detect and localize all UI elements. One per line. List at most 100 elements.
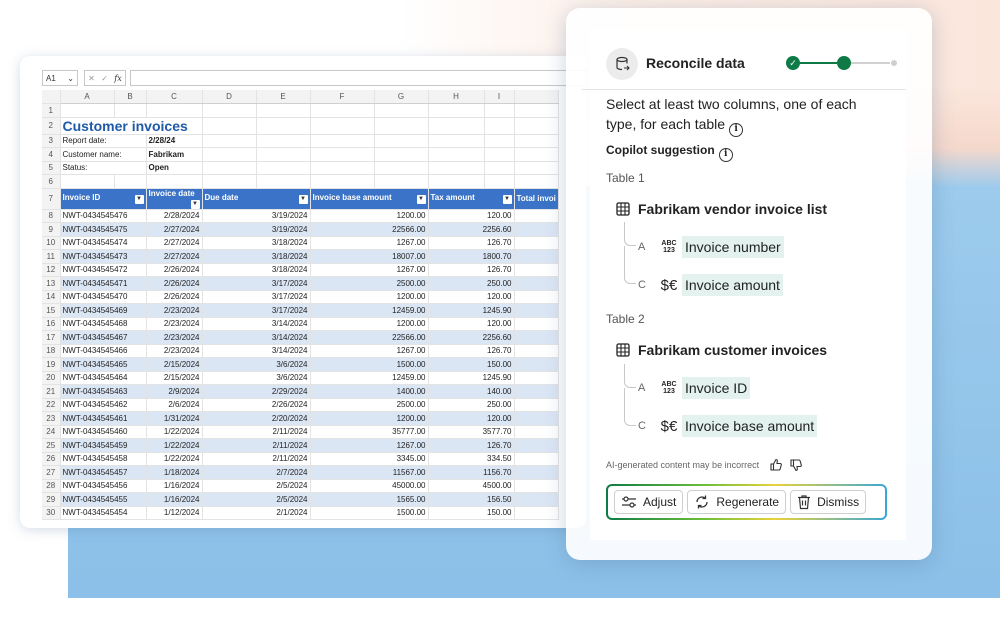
column-header[interactable]: H <box>428 90 485 104</box>
invoice-id-cell[interactable]: NWT-0434545476 <box>60 209 147 223</box>
table1-column-a[interactable]: A ABC 123 Invoice number <box>638 236 784 258</box>
row-header[interactable]: 21 <box>42 384 61 399</box>
table-row[interactable]: 26 NWT-0434545458 1/22/2024 2/11/2024 3345.0… <box>42 452 559 466</box>
invoice-date-cell[interactable]: 2/26/2024 <box>146 263 203 277</box>
row-header[interactable]: 29 <box>42 492 61 507</box>
tax-amount-cell[interactable]: 250.00 <box>428 276 515 291</box>
filter-dropdown-icon[interactable]: ▼ <box>502 195 512 204</box>
cell[interactable] <box>310 134 375 148</box>
total-cell[interactable] <box>514 317 559 331</box>
cell[interactable] <box>256 147 311 162</box>
cell[interactable] <box>256 174 311 189</box>
row-header[interactable]: 20 <box>42 371 61 385</box>
row-header[interactable]: 12 <box>42 263 61 277</box>
total-cell[interactable] <box>514 344 559 358</box>
due-date-cell[interactable]: 2/11/2024 <box>202 452 311 466</box>
total-cell[interactable] <box>514 290 559 304</box>
row-header[interactable]: 16 <box>42 317 61 331</box>
cell[interactable] <box>484 103 515 118</box>
invoice-id-cell[interactable]: NWT-0434545466 <box>60 344 147 358</box>
row-header[interactable]: 22 <box>42 398 61 412</box>
column-header[interactable]: F <box>310 90 375 104</box>
due-date-cell[interactable]: 3/14/2024 <box>202 317 311 331</box>
cell[interactable] <box>428 161 485 175</box>
tax-amount-cell[interactable]: 250.00 <box>428 398 515 412</box>
total-cell[interactable] <box>514 222 559 237</box>
cell[interactable] <box>428 174 485 189</box>
total-cell[interactable] <box>514 452 559 466</box>
cell[interactable] <box>514 147 559 162</box>
tax-amount-cell[interactable]: 140.00 <box>428 384 515 399</box>
cell[interactable] <box>428 147 485 162</box>
fx-icon[interactable]: fx <box>114 74 121 83</box>
cell[interactable] <box>202 134 257 148</box>
due-date-cell[interactable]: 2/5/2024 <box>202 479 311 493</box>
cell[interactable] <box>514 134 559 148</box>
table-row[interactable]: 15 NWT-0434545469 2/23/2024 3/17/2024 12459.… <box>42 303 559 318</box>
table-row[interactable]: 16 NWT-0434545468 2/23/2024 3/14/2024 1200.0… <box>42 317 559 331</box>
due-date-cell[interactable]: 2/1/2024 <box>202 506 311 520</box>
due-date-cell[interactable]: 2/29/2024 <box>202 384 311 399</box>
sheet-title[interactable]: Customer invoices <box>60 117 203 135</box>
total-cell[interactable] <box>514 438 559 453</box>
cell[interactable] <box>310 117 375 135</box>
column-header[interactable]: D <box>202 90 257 104</box>
meta-label[interactable]: Report date: <box>60 134 147 148</box>
cell[interactable] <box>374 103 429 118</box>
total-cell[interactable] <box>514 492 559 507</box>
due-date-cell[interactable]: 2/11/2024 <box>202 438 311 453</box>
due-date-cell[interactable]: 3/18/2024 <box>202 249 311 264</box>
cell[interactable] <box>514 103 559 118</box>
total-cell[interactable] <box>514 236 559 250</box>
total-cell[interactable] <box>514 479 559 493</box>
meta-label[interactable]: Status: <box>60 161 147 175</box>
column-header[interactable]: I <box>484 90 515 104</box>
table-header[interactable]: Invoice ID ▼ <box>60 188 147 210</box>
thumbs-down-icon[interactable] <box>789 458 803 472</box>
due-date-cell[interactable]: 3/19/2024 <box>202 222 311 237</box>
tax-amount-cell[interactable]: 120.00 <box>428 290 515 304</box>
tax-amount-cell[interactable]: 334.50 <box>428 452 515 466</box>
row-header[interactable]: 19 <box>42 357 61 372</box>
invoice-date-cell[interactable]: 1/22/2024 <box>146 438 203 453</box>
due-date-cell[interactable]: 2/11/2024 <box>202 425 311 439</box>
tax-amount-cell[interactable]: 150.00 <box>428 506 515 520</box>
tax-amount-cell[interactable]: 150.00 <box>428 357 515 372</box>
invoice-id-cell[interactable]: NWT-0434545475 <box>60 222 147 237</box>
table-row[interactable]: 29 NWT-0434545455 1/16/2024 2/5/2024 1565.00… <box>42 492 559 507</box>
row-header[interactable]: 5 <box>42 161 61 175</box>
cell[interactable] <box>310 174 375 189</box>
table-header[interactable]: Due date ▼ <box>202 188 311 210</box>
base-amount-cell[interactable]: 22566.00 <box>310 330 429 345</box>
cell[interactable] <box>146 103 203 118</box>
base-amount-cell[interactable]: 1200.00 <box>310 411 429 426</box>
table-row[interactable]: 13 NWT-0434545471 2/26/2024 3/17/2024 2500.0… <box>42 276 559 291</box>
due-date-cell[interactable]: 3/6/2024 <box>202 357 311 372</box>
total-cell[interactable] <box>514 506 559 520</box>
row-header[interactable]: 17 <box>42 330 61 345</box>
filter-dropdown-icon[interactable]: ▼ <box>298 195 308 204</box>
tax-amount-cell[interactable]: 1800.70 <box>428 249 515 264</box>
tax-amount-cell[interactable]: 4500.00 <box>428 479 515 493</box>
thumbs-up-icon[interactable] <box>769 458 783 472</box>
row-header[interactable]: 27 <box>42 465 61 480</box>
invoice-date-cell[interactable]: 2/26/2024 <box>146 276 203 291</box>
cell[interactable] <box>484 147 515 162</box>
cell[interactable] <box>60 103 115 118</box>
total-cell[interactable] <box>514 209 559 223</box>
table-row[interactable]: 12 NWT-0434545472 2/26/2024 3/18/2024 1267.0… <box>42 263 559 277</box>
meta-value[interactable]: Open <box>146 161 203 175</box>
cell[interactable] <box>114 103 147 118</box>
info-icon[interactable]: i <box>718 148 733 162</box>
row-header[interactable]: 10 <box>42 236 61 250</box>
cell[interactable] <box>202 161 257 175</box>
invoice-id-cell[interactable]: NWT-0434545471 <box>60 276 147 291</box>
base-amount-cell[interactable]: 12459.00 <box>310 371 429 385</box>
row-header[interactable]: 7 <box>42 188 61 210</box>
cell[interactable] <box>484 174 515 189</box>
due-date-cell[interactable]: 3/18/2024 <box>202 236 311 250</box>
invoice-id-cell[interactable]: NWT-0434545461 <box>60 411 147 426</box>
due-date-cell[interactable]: 3/14/2024 <box>202 330 311 345</box>
due-date-cell[interactable]: 3/6/2024 <box>202 371 311 385</box>
invoice-date-cell[interactable]: 2/15/2024 <box>146 371 203 385</box>
